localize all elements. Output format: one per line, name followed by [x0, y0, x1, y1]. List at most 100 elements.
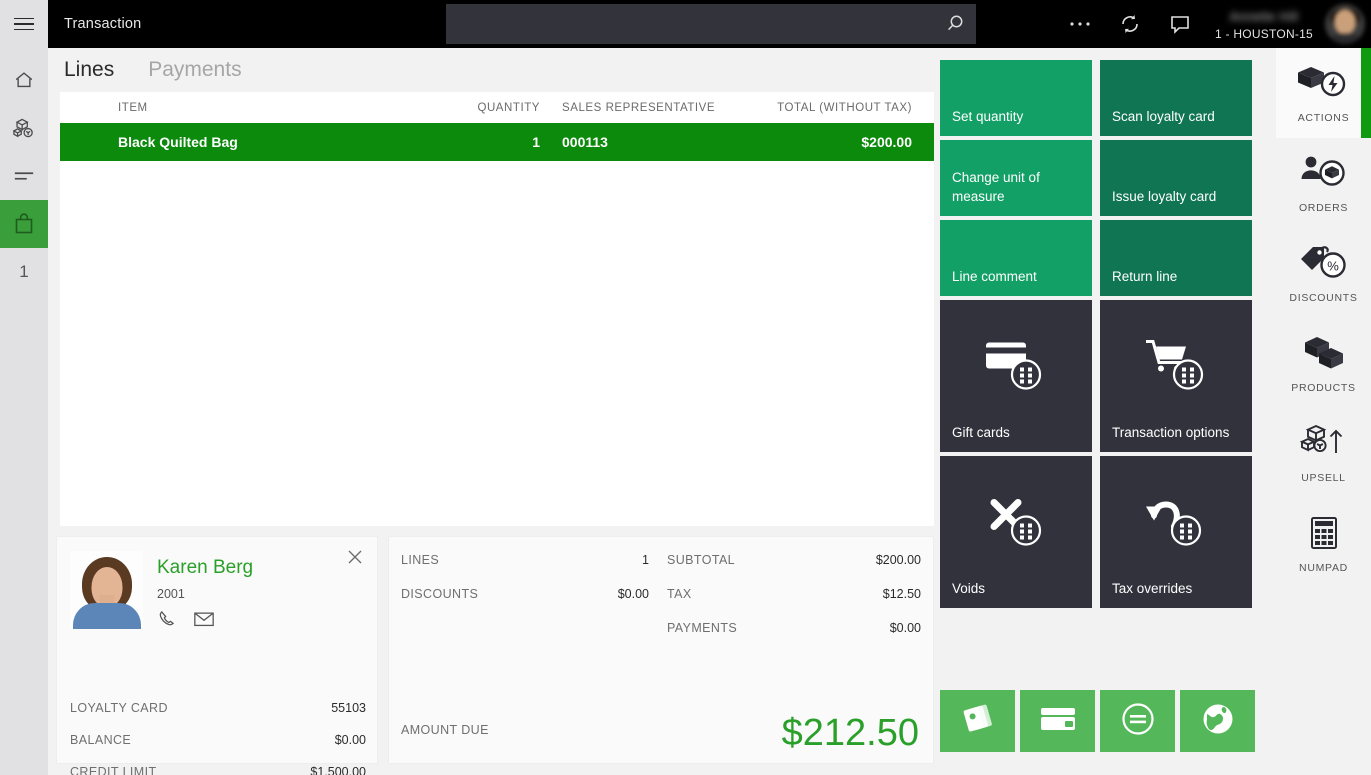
speech-bubble-icon[interactable]	[1155, 0, 1205, 48]
detail-value: $1,500.00	[310, 765, 366, 775]
total-tax: TAX $12.50	[667, 587, 921, 601]
cash-payment-button[interactable]	[940, 690, 1015, 752]
person-box-icon	[1298, 153, 1350, 198]
tile-voids[interactable]: Voids	[940, 456, 1092, 608]
totals-left-column: LINES 1 DISCOUNTS $0.00	[401, 553, 649, 621]
detail-value: 55103	[331, 701, 366, 715]
total-label: SUBTOTAL	[667, 553, 735, 567]
refresh-icon[interactable]	[1105, 0, 1155, 48]
hamburger-icon	[14, 18, 34, 31]
store-label: 1 - HOUSTON-15	[1215, 27, 1313, 41]
nav-label: PRODUCTS	[1291, 382, 1356, 394]
calculator-icon	[1304, 513, 1344, 558]
user-name: Annette Hill	[1230, 10, 1299, 25]
col-header-total: TOTAL (WITHOUT TAX)	[762, 92, 934, 123]
tile-label: Line comment	[952, 267, 1037, 286]
total-label: LINES	[401, 553, 439, 567]
total-label: TAX	[667, 587, 692, 601]
tile-return-line[interactable]: Return line	[1100, 220, 1252, 296]
total-value: $200.00	[876, 553, 921, 567]
right-nav: ACTIONS ORDERS	[1276, 48, 1371, 775]
lines-table: ITEM QUANTITY SALES REPRESENTATIVE TOTAL…	[60, 92, 934, 161]
detail-value: $0.00	[335, 733, 366, 747]
gift-card-icon	[984, 336, 1048, 397]
ellipsis-icon[interactable]	[1055, 0, 1105, 48]
tile-change-unit-of-measure[interactable]: Change unit of measure	[940, 140, 1092, 216]
search-icon[interactable]	[944, 13, 966, 35]
page-title: Transaction	[64, 16, 141, 32]
total-discounts: DISCOUNTS $0.00	[401, 587, 649, 601]
exact-amount-button[interactable]	[1100, 690, 1175, 752]
table-row[interactable]: Black Quilted Bag 1 000113 $200.00	[60, 123, 934, 161]
tile-label: Set quantity	[952, 107, 1023, 126]
x-void-icon	[984, 492, 1048, 553]
detail-balance: BALANCE $0.00	[70, 733, 366, 747]
nav-item-products[interactable]: PRODUCTS	[1276, 318, 1371, 408]
nav-label: ORDERS	[1299, 202, 1348, 214]
table-header-row: ITEM QUANTITY SALES REPRESENTATIVE TOTAL…	[60, 92, 934, 123]
user-info[interactable]: Annette Hill 1 - HOUSTON-15	[1205, 0, 1323, 48]
col-header-quantity: QUANTITY	[460, 92, 552, 123]
col-header-item: ITEM	[60, 92, 460, 123]
action-tiles-panel: Set quantity Scan loyalty card Change un…	[934, 48, 1276, 775]
customer-card[interactable]: Karen Berg 2001 LOYALTY CARD 55103	[56, 536, 378, 764]
tile-set-quantity[interactable]: Set quantity	[940, 60, 1092, 136]
undo-arrow-icon	[1144, 492, 1208, 553]
tab-payments[interactable]: Payments	[144, 58, 245, 82]
total-value: 1	[642, 553, 649, 567]
amount-due-value: $212.50	[782, 712, 919, 755]
lines-grid: ITEM QUANTITY SALES REPRESENTATIVE TOTAL…	[60, 92, 934, 526]
tag-percent-icon: %	[1298, 243, 1350, 288]
email-icon[interactable]	[193, 610, 215, 633]
avatar[interactable]	[1325, 4, 1365, 44]
boxes-icon	[1298, 333, 1350, 378]
sidebar-item-home[interactable]	[0, 56, 48, 104]
nav-label: ACTIONS	[1298, 112, 1350, 124]
search-input[interactable]	[456, 17, 944, 32]
top-bar: Transaction	[0, 0, 1371, 48]
tile-line-comment[interactable]: Line comment	[940, 220, 1092, 296]
boxes-arrow-icon	[1298, 423, 1350, 468]
sidebar-item-products[interactable]	[0, 104, 48, 152]
currency-payment-button[interactable]	[1180, 690, 1255, 752]
tile-issue-loyalty-card[interactable]: Issue loyalty card	[1100, 140, 1252, 216]
tile-label: Issue loyalty card	[1112, 187, 1216, 206]
tile-label: Return line	[1112, 267, 1177, 286]
svg-text:%: %	[1327, 258, 1339, 273]
tab-bar: Lines Payments	[48, 48, 934, 92]
nav-item-orders[interactable]: ORDERS	[1276, 138, 1371, 228]
tile-label: Voids	[952, 579, 985, 598]
menu-button[interactable]	[0, 0, 48, 48]
detail-credit-limit: CREDIT LIMIT $1,500.00	[70, 765, 366, 775]
cash-icon	[961, 703, 995, 740]
credit-card-icon	[1040, 705, 1076, 738]
phone-icon[interactable]	[157, 609, 177, 634]
tab-lines[interactable]: Lines	[60, 58, 118, 82]
col-header-rep: SALES REPRESENTATIVE	[552, 92, 762, 123]
nav-item-numpad[interactable]: NUMPAD	[1276, 498, 1371, 588]
tile-label: Gift cards	[952, 423, 1010, 442]
total-label: PAYMENTS	[667, 621, 737, 635]
shopping-cart-icon	[1144, 336, 1208, 397]
tile-gift-cards[interactable]: Gift cards	[940, 300, 1092, 452]
card-payment-button[interactable]	[1020, 690, 1095, 752]
search-box[interactable]	[446, 4, 976, 44]
box-lightning-icon	[1298, 63, 1350, 108]
nav-item-discounts[interactable]: % DISCOUNTS	[1276, 228, 1371, 318]
tile-scan-loyalty-card[interactable]: Scan loyalty card	[1100, 60, 1252, 136]
tile-label: Transaction options	[1112, 423, 1229, 442]
tile-tax-overrides[interactable]: Tax overrides	[1100, 456, 1252, 608]
left-nav-rail: 1	[0, 48, 48, 775]
detail-label: BALANCE	[70, 733, 131, 747]
nav-item-upsell[interactable]: UPSELL	[1276, 408, 1371, 498]
nav-item-actions[interactable]: ACTIONS	[1276, 48, 1371, 138]
sidebar-item-cart[interactable]	[0, 200, 48, 248]
globe-icon	[1201, 702, 1235, 741]
close-icon[interactable]	[343, 545, 367, 569]
sidebar-item-lines[interactable]	[0, 152, 48, 200]
tile-transaction-options[interactable]: Transaction options	[1100, 300, 1252, 452]
total-value: $0.00	[890, 621, 921, 635]
customer-photo	[70, 551, 143, 629]
detail-loyalty-card: LOYALTY CARD 55103	[70, 701, 366, 715]
customer-name[interactable]: Karen Berg	[157, 557, 253, 579]
